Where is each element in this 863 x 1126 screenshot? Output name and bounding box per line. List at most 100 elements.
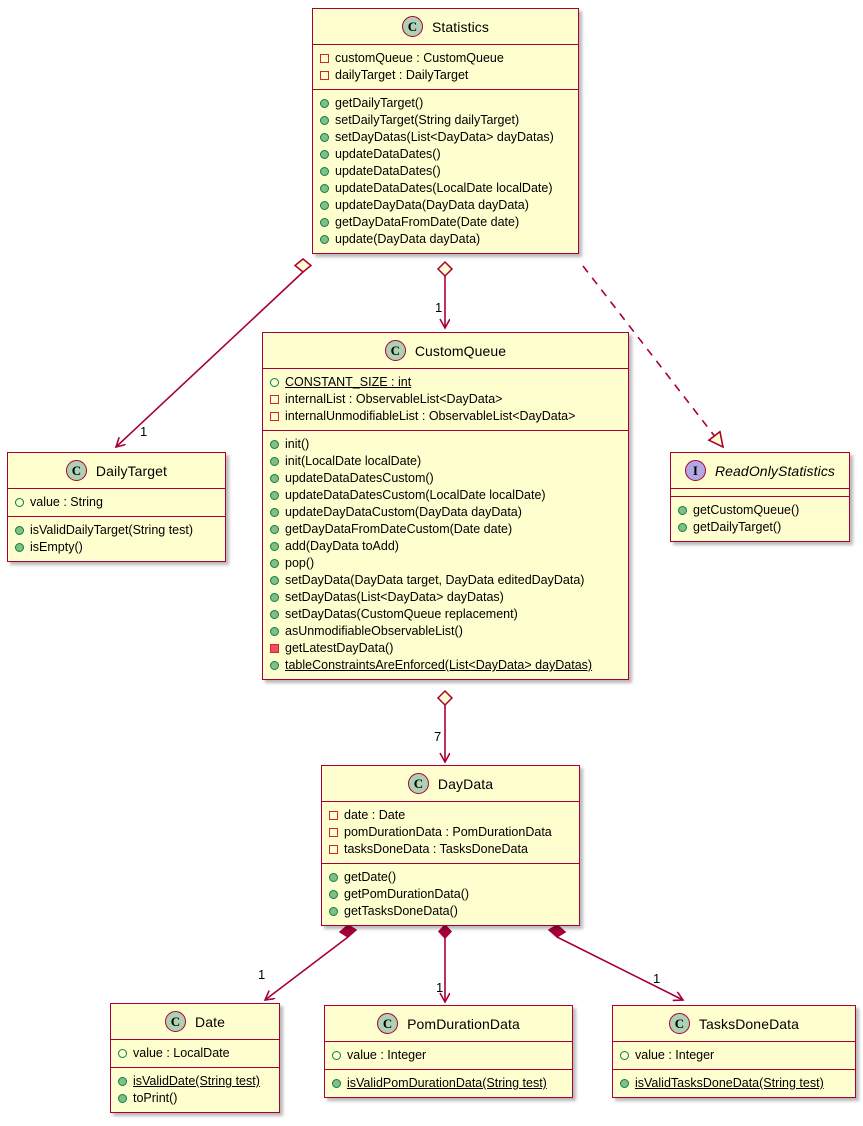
private-field-marker-icon — [329, 811, 338, 820]
class-type-icon: C — [65, 460, 87, 481]
class-member-label: setDayDatas(CustomQueue replacement) — [285, 607, 518, 621]
class-member: value : LocalDate — [118, 1045, 273, 1062]
public-method-marker-icon — [320, 116, 329, 125]
class-header-date: C Date — [111, 1004, 279, 1039]
public-method-marker-icon — [320, 99, 329, 108]
class-member-label: isValidDailyTarget(String test) — [30, 523, 194, 537]
class-member-label: setDayDatas(List<DayData> dayDatas) — [285, 590, 504, 604]
public-method-marker-icon — [329, 890, 338, 899]
class-title: DayData — [437, 775, 494, 792]
edge-label-daydata-date: 1 — [258, 967, 266, 982]
class-member: setDailyTarget(String dailyTarget) — [320, 112, 572, 129]
class-member-label: updateDayData(DayData dayData) — [335, 198, 529, 212]
public-method-marker-icon — [320, 201, 329, 210]
fields-compartment: date : Date pomDurationData : PomDuration… — [322, 801, 579, 863]
class-type-icon: C — [377, 1013, 399, 1034]
class-member-label: asUnmodifiableObservableList() — [285, 624, 463, 638]
class-type-icon: C — [384, 340, 406, 361]
class-member-label: value : Integer — [635, 1048, 715, 1062]
class-header-readonlystatistics: I ReadOnlyStatistics — [671, 453, 849, 488]
public-method-marker-icon — [15, 526, 24, 535]
class-member-label: tasksDoneData : TasksDoneData — [344, 842, 528, 856]
class-member-label: setDayData(DayData target, DayData edite… — [285, 573, 585, 587]
class-member: getDailyTarget() — [678, 519, 843, 536]
public-method-marker-icon — [270, 525, 279, 534]
class-member-label: updateDataDates() — [335, 164, 441, 178]
class-member: toPrint() — [118, 1090, 273, 1107]
class-member-label: pomDurationData : PomDurationData — [344, 825, 552, 839]
class-box-readonlystatistics[interactable]: I ReadOnlyStatistics getCustomQueue() get… — [670, 452, 850, 542]
methods-compartment: getDailyTarget() setDailyTarget(String da… — [313, 89, 578, 253]
class-box-date[interactable]: C Date value : LocalDate isValidDate(Str… — [110, 1003, 280, 1113]
class-member: isValidPomDurationData(String test) — [332, 1075, 566, 1092]
public-method-marker-icon — [320, 167, 329, 176]
class-member: setDayDatas(CustomQueue replacement) — [270, 606, 622, 623]
class-header-tasksdonedata: C TasksDoneData — [613, 1006, 855, 1041]
class-member: tableConstraintsAreEnforced(List<DayData… — [270, 657, 622, 674]
class-member-label: setDayDatas(List<DayData> dayDatas) — [335, 130, 554, 144]
methods-compartment: isValidPomDurationData(String test) — [325, 1069, 572, 1097]
class-member: getPomDurationData() — [329, 886, 573, 903]
edge-customqueue-daydata — [436, 689, 454, 762]
class-member-label: toPrint() — [133, 1091, 178, 1105]
class-member: updateDataDates(LocalDate localDate) — [320, 180, 572, 197]
class-title: PomDurationData — [407, 1015, 520, 1032]
class-member: update(DayData dayData) — [320, 231, 572, 248]
public-method-marker-icon — [15, 543, 24, 552]
class-member-label: update(DayData dayData) — [335, 232, 481, 246]
methods-compartment: init() init(LocalDate localDate) updateDat… — [263, 430, 628, 679]
class-member: getDailyTarget() — [320, 95, 572, 112]
public-method-marker-icon — [270, 491, 279, 500]
class-box-statistics[interactable]: C Statistics customQueue : CustomQueue da… — [312, 8, 579, 254]
class-member-label: getDate() — [344, 870, 397, 884]
class-box-dailytarget[interactable]: C DailyTarget value : String isValidDail… — [7, 452, 226, 562]
class-member-label: updateDataDatesCustom(LocalDate localDat… — [285, 488, 546, 502]
class-box-daydata[interactable]: C DayData date : Date pomDurationData : P… — [321, 765, 580, 926]
class-box-pomdurationdata[interactable]: C PomDurationData value : Integer isVali… — [324, 1005, 573, 1098]
class-member: init() — [270, 436, 622, 453]
class-title: Statistics — [431, 18, 489, 35]
private-field-marker-icon — [320, 54, 329, 63]
class-member: isValidDate(String test) — [118, 1073, 273, 1090]
class-member-label: internalUnmodifiableList : ObservableLis… — [285, 409, 576, 423]
class-type-icon: C — [668, 1013, 690, 1034]
class-member: tasksDoneData : TasksDoneData — [329, 841, 573, 858]
class-member-label: dailyTarget : DailyTarget — [335, 68, 469, 82]
public-method-marker-icon — [329, 907, 338, 916]
class-member: internalList : ObservableList<DayData> — [270, 391, 622, 408]
class-box-tasksdonedata[interactable]: C TasksDoneData value : Integer isValidT… — [612, 1005, 856, 1098]
class-member-label: setDailyTarget(String dailyTarget) — [335, 113, 520, 127]
class-member: isEmpty() — [15, 539, 219, 556]
public-method-marker-icon — [270, 627, 279, 636]
class-member-label: customQueue : CustomQueue — [335, 51, 504, 65]
class-member-label: updateDataDatesCustom() — [285, 471, 434, 485]
class-title: Date — [195, 1013, 225, 1030]
class-member-label: getDailyTarget() — [335, 96, 424, 110]
class-member: value : String — [15, 494, 219, 511]
methods-compartment: isValidTasksDoneData(String test) — [613, 1069, 855, 1097]
public-field-marker-icon — [332, 1051, 341, 1060]
class-member-label: init(LocalDate localDate) — [285, 454, 422, 468]
class-member: getCustomQueue() — [678, 502, 843, 519]
methods-compartment: getCustomQueue() getDailyTarget() — [671, 496, 849, 541]
class-type-icon: C — [165, 1011, 186, 1032]
private-field-marker-icon — [329, 828, 338, 837]
fields-compartment — [671, 488, 849, 496]
class-box-customqueue[interactable]: C CustomQueue CONSTANT_SIZE : int interna… — [262, 332, 629, 680]
class-title: TasksDoneData — [698, 1015, 800, 1032]
class-member-label: tableConstraintsAreEnforced(List<DayData… — [285, 658, 593, 672]
public-method-marker-icon — [320, 218, 329, 227]
class-member-label: getPomDurationData() — [344, 887, 470, 901]
class-member-label: internalList : ObservableList<DayData> — [285, 392, 503, 406]
public-field-marker-icon — [620, 1051, 629, 1060]
class-member-label: isValidPomDurationData(String test) — [347, 1076, 547, 1090]
public-method-marker-icon — [270, 542, 279, 551]
class-member: init(LocalDate localDate) — [270, 453, 622, 470]
class-member: setDayData(DayData target, DayData edite… — [270, 572, 622, 589]
class-member: date : Date — [329, 807, 573, 824]
public-method-marker-icon — [270, 457, 279, 466]
public-method-marker-icon — [270, 508, 279, 517]
class-member: updateDataDatesCustom(LocalDate localDat… — [270, 487, 622, 504]
class-member-label: add(DayData toAdd) — [285, 539, 399, 553]
class-header-pomdurationdata: C PomDurationData — [325, 1006, 572, 1041]
